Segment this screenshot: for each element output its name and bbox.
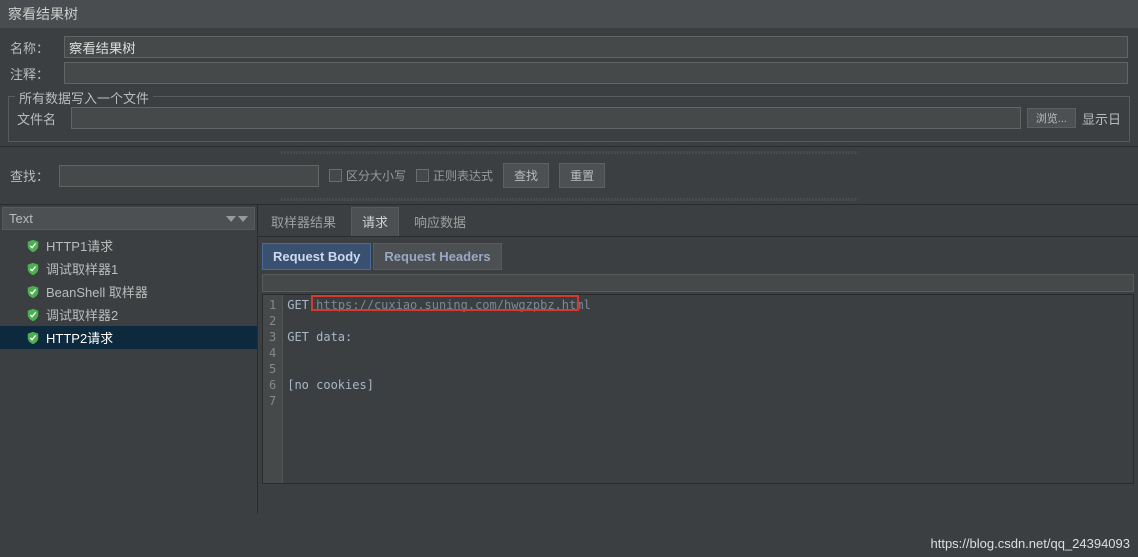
tree-item-label: HTTP1请求 <box>46 236 113 255</box>
file-fieldset: 所有数据写入一个文件 文件名 浏览... 显示日 <box>8 96 1130 142</box>
reset-button[interactable]: 重置 <box>559 163 605 188</box>
name-input[interactable] <box>64 36 1128 58</box>
main-tabs: 取样器结果请求响应数据 <box>258 205 1138 237</box>
code-toolbar <box>262 274 1134 292</box>
renderer-combo[interactable]: Text <box>2 207 255 230</box>
name-panel: 名称： 注释： <box>0 28 1138 92</box>
code-line <box>287 393 1129 409</box>
tab-0[interactable]: 取样器结果 <box>260 207 347 236</box>
shield-check-icon <box>26 285 40 299</box>
browse-button[interactable]: 浏览... <box>1027 108 1076 128</box>
search-input[interactable] <box>59 165 319 187</box>
left-pane: Text HTTP1请求调试取样器1BeanShell 取样器调试取样器2HTT… <box>0 205 258 514</box>
chevron-down-icon <box>238 216 248 222</box>
splitter-grip[interactable] <box>280 149 858 155</box>
find-button[interactable]: 查找 <box>503 163 549 188</box>
tab-1[interactable]: 请求 <box>351 207 399 236</box>
case-checkbox-wrap[interactable]: 区分大小写 <box>329 167 406 184</box>
code-area: 1234567 GET https://cuxiao.suning.com/hw… <box>262 294 1134 484</box>
tree-item-3[interactable]: 调试取样器2 <box>0 303 257 326</box>
subtab-0[interactable]: Request Body <box>262 243 371 270</box>
result-tree: HTTP1请求调试取样器1 BeanShell 取样器调试取样器2 HTTP2请求 <box>0 232 257 351</box>
chevron-down-icon <box>226 216 236 222</box>
case-checkbox[interactable] <box>329 169 342 182</box>
search-label: 查找： <box>10 166 49 185</box>
title-text: 察看结果树 <box>8 6 78 22</box>
code-line: GET data: <box>287 329 1129 345</box>
splitter-grip-2[interactable] <box>280 196 858 202</box>
tab-2[interactable]: 响应数据 <box>403 207 477 236</box>
subtab-1[interactable]: Request Headers <box>373 243 501 270</box>
shield-check-icon <box>26 239 40 253</box>
comment-input[interactable] <box>64 62 1128 84</box>
regex-label: 正则表达式 <box>433 167 493 184</box>
shield-check-icon <box>26 262 40 276</box>
tree-item-label: 调试取样器2 <box>46 305 118 324</box>
regex-checkbox-wrap[interactable]: 正则表达式 <box>416 167 493 184</box>
case-label: 区分大小写 <box>346 167 406 184</box>
file-legend: 所有数据写入一个文件 <box>15 88 153 107</box>
regex-checkbox[interactable] <box>416 169 429 182</box>
search-row: 查找： 区分大小写 正则表达式 查找 重置 <box>0 157 1138 194</box>
watermark: https://blog.csdn.net/qq_24394093 <box>931 536 1131 551</box>
code-line: GET https://cuxiao.suning.com/hwgzpbz.ht… <box>287 297 1129 313</box>
comment-label: 注释： <box>10 64 58 83</box>
tree-item-label: BeanShell 取样器 <box>46 282 148 301</box>
tree-item-1[interactable]: 调试取样器1 <box>0 257 257 280</box>
tree-item-label: HTTP2请求 <box>46 328 113 347</box>
code-line <box>287 361 1129 377</box>
name-label: 名称： <box>10 38 58 57</box>
tree-item-0[interactable]: HTTP1请求 <box>0 234 257 257</box>
renderer-value: Text <box>9 211 33 226</box>
filename-input[interactable] <box>71 107 1021 129</box>
tree-item-label: 调试取样器1 <box>46 259 118 278</box>
sub-tabs: Request BodyRequest Headers <box>258 237 1138 270</box>
shield-check-icon <box>26 331 40 345</box>
right-pane: 取样器结果请求响应数据 Request BodyRequest Headers … <box>258 205 1138 514</box>
line-gutter: 1234567 <box>263 295 283 483</box>
tree-item-2[interactable]: BeanShell 取样器 <box>0 280 257 303</box>
code-line <box>287 345 1129 361</box>
title-bar: 察看结果树 <box>0 0 1138 28</box>
filename-label: 文件名 <box>17 109 65 128</box>
code-line: [no cookies] <box>287 377 1129 393</box>
main-split: Text HTTP1请求调试取样器1BeanShell 取样器调试取样器2HTT… <box>0 204 1138 514</box>
shield-check-icon <box>26 308 40 322</box>
tree-item-4[interactable]: HTTP2请求 <box>0 326 257 349</box>
code-lines[interactable]: GET https://cuxiao.suning.com/hwgzpbz.ht… <box>283 295 1133 483</box>
show-label: 显示日 <box>1082 109 1121 128</box>
code-line <box>287 313 1129 329</box>
